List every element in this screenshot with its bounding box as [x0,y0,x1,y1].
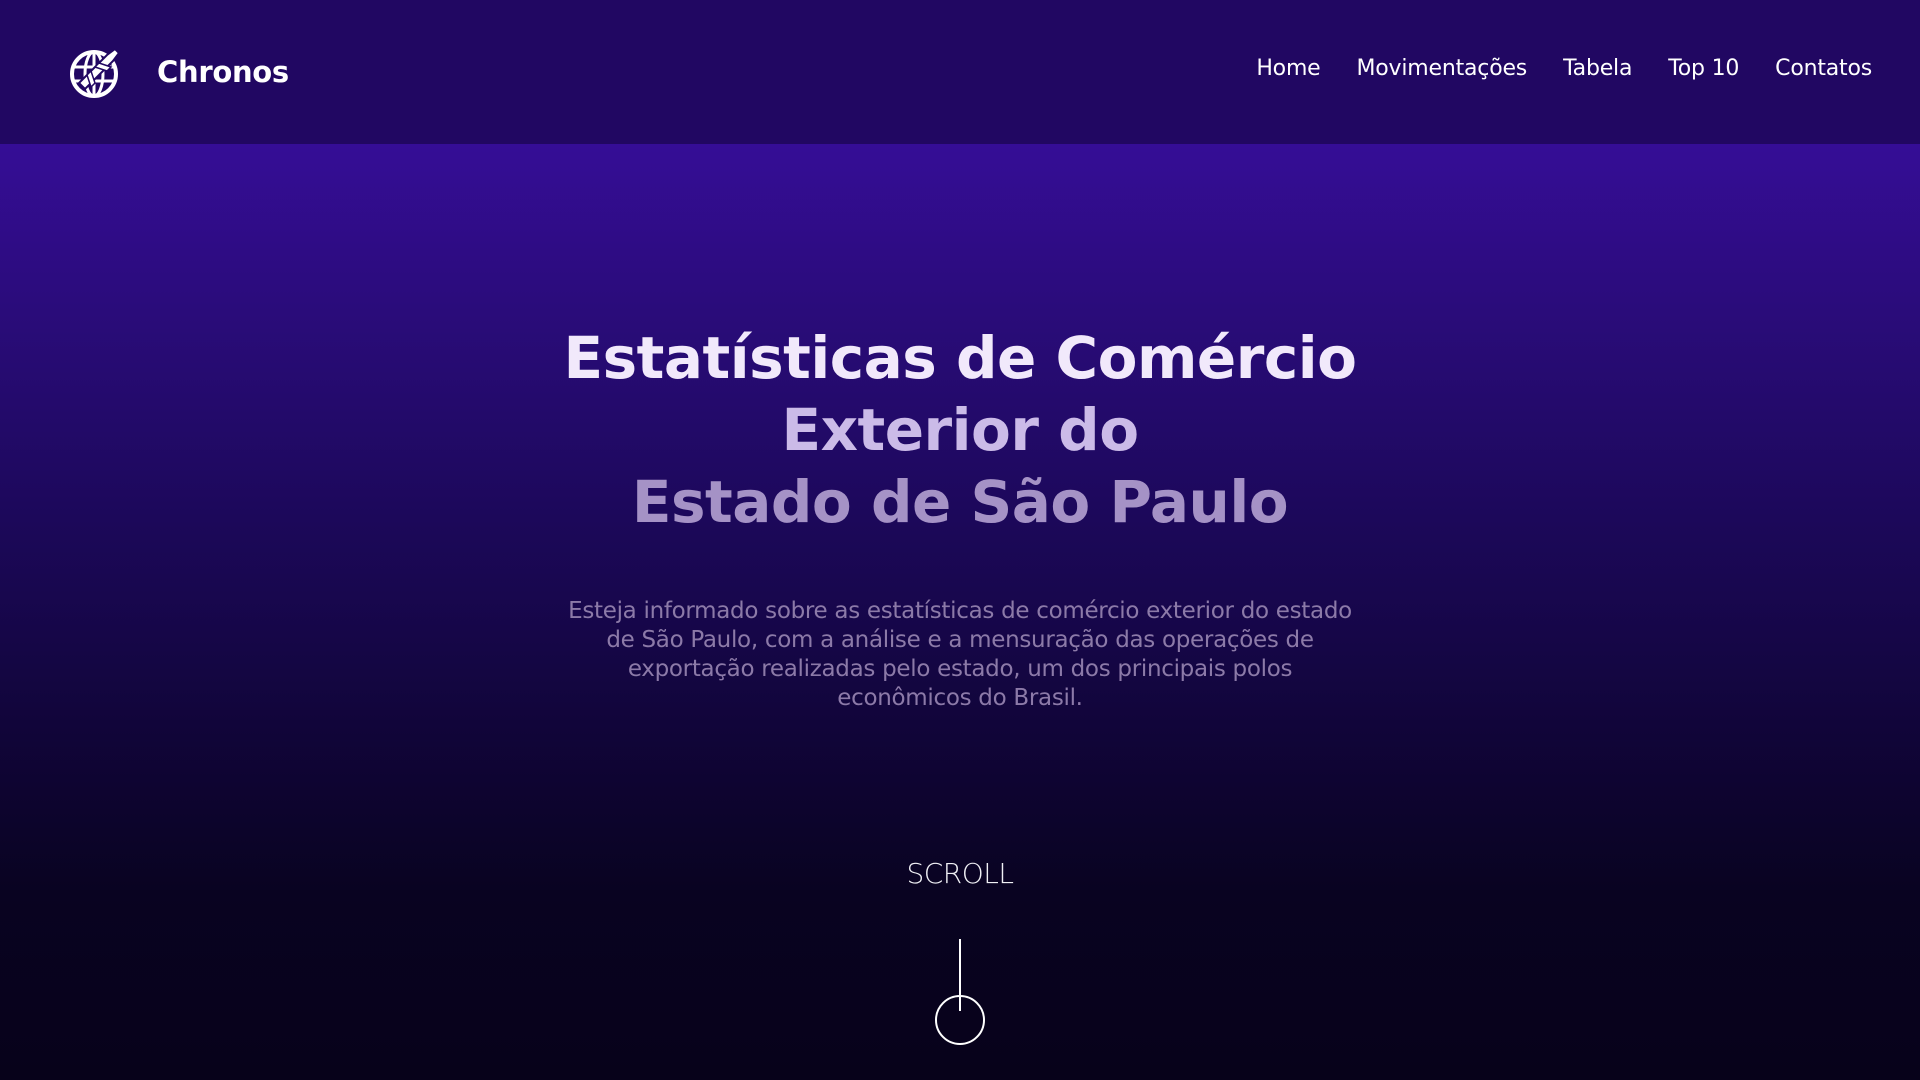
hero-title-line-1: Estatísticas de Comércio [563,324,1357,392]
nav-item-contatos[interactable]: Contatos [1775,56,1872,81]
brand-name: Chronos [157,55,289,89]
hero-description: Esteja informado sobre as estatísticas d… [568,598,1352,711]
nav-item-top-10[interactable]: Top 10 [1668,56,1739,81]
hero-title: Estatísticas de Comércio Exterior do Est… [0,322,1920,538]
nav-item-tabela[interactable]: Tabela [1563,56,1632,81]
hero-section: Estatísticas de Comércio Exterior do Est… [0,144,1920,1080]
globe-plane-icon [70,47,121,98]
scroll-down-indicator-icon[interactable] [931,939,989,1059]
nav-item-movimentacoes[interactable]: Movimentações [1357,56,1528,81]
hero-title-line-3: Estado de São Paulo [631,468,1289,536]
nav-item-home[interactable]: Home [1256,56,1320,81]
scroll-label[interactable]: SCROLL [0,857,1920,890]
site-header: Chronos Home Movimentações Tabela Top 10… [0,0,1920,144]
main-nav: Home Movimentações Tabela Top 10 Contato… [1256,56,1872,81]
brand[interactable]: Chronos [69,44,289,100]
hero-title-line-2: Exterior do [781,396,1139,464]
